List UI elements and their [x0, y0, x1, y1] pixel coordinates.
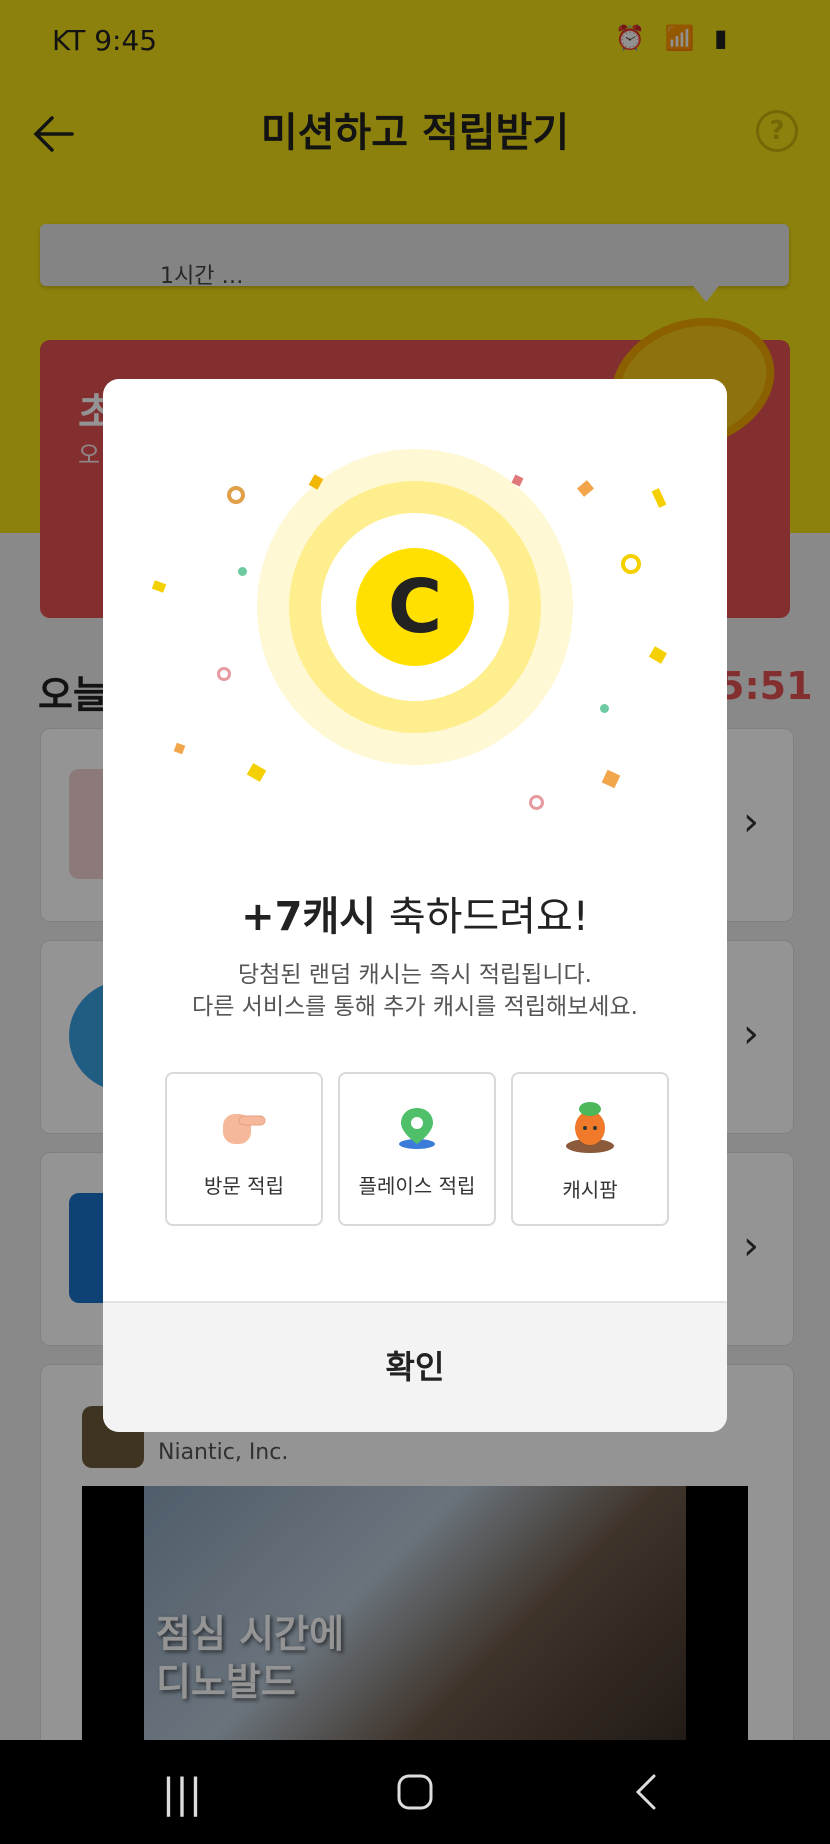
confetti — [529, 795, 544, 810]
cashfarm-button[interactable]: 캐시팜 — [511, 1072, 669, 1226]
confetti — [151, 580, 167, 593]
map-pin-icon — [340, 1104, 494, 1154]
confetti — [576, 480, 595, 497]
reward-amount: +7캐시 — [241, 894, 377, 940]
description-line-2: 다른 서비스를 통해 추가 캐시를 적립해보세요. — [192, 994, 638, 1020]
place-reward-button[interactable]: 플레이스 적립 — [338, 1072, 496, 1226]
carrot-character-icon — [513, 1098, 667, 1153]
confetti — [173, 742, 186, 755]
confetti — [246, 763, 267, 782]
confetti — [651, 488, 667, 508]
recent-apps-icon[interactable]: ||| — [152, 1772, 212, 1816]
reward-dialog: C +7캐시 축하드려요! 당첨된 랜덤 캐시는 즉시 적립됩니다. 다른 서비… — [103, 379, 727, 1432]
confetti — [217, 667, 231, 681]
description-line-1: 당첨된 랜덤 캐시는 즉시 적립됩니다. — [238, 962, 592, 988]
confirm-button[interactable]: 확인 — [103, 1301, 727, 1432]
visit-reward-button[interactable]: 방문 적립 — [165, 1072, 323, 1226]
reward-message: +7캐시 축하드려요! — [103, 884, 727, 942]
confetti — [601, 769, 621, 789]
reward-congrats-text: 축하드려요! — [388, 894, 589, 940]
service-label: 방문 적립 — [204, 1174, 284, 1198]
confetti — [621, 554, 641, 574]
service-label: 캐시팜 — [562, 1178, 618, 1202]
confetti — [600, 704, 609, 713]
reward-description: 당첨된 랜덤 캐시는 즉시 적립됩니다. 다른 서비스를 통해 추가 캐시를 적… — [103, 959, 727, 1023]
pointing-hand-icon — [167, 1104, 321, 1154]
system-nav-bar: ||| — [0, 1740, 830, 1844]
home-icon[interactable] — [385, 1772, 445, 1816]
confetti — [227, 486, 245, 504]
back-nav-icon[interactable] — [618, 1772, 678, 1816]
confetti — [238, 567, 247, 576]
service-label: 플레이스 적립 — [358, 1174, 476, 1198]
cash-coin-icon: C — [356, 548, 474, 666]
confetti — [648, 646, 668, 664]
